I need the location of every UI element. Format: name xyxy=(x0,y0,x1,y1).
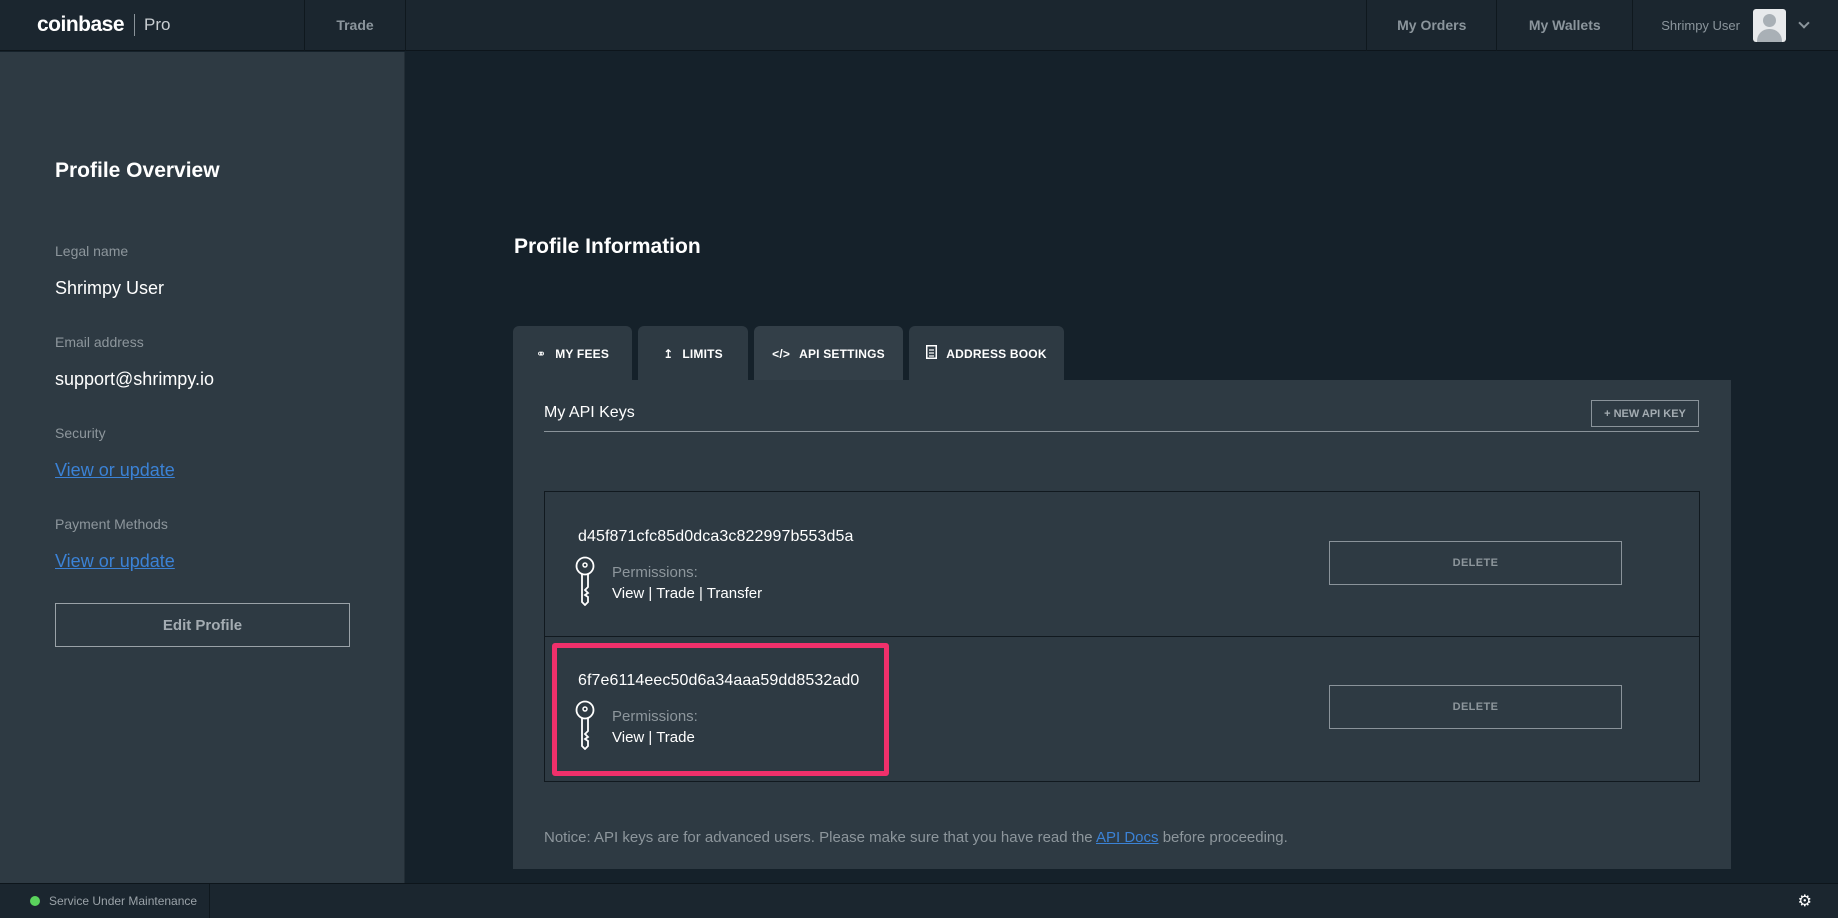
status-footer: Service Under Maintenance ⚙ xyxy=(0,883,1838,918)
notice-text-end: before proceeding. xyxy=(1162,829,1288,846)
permissions-value: View | Trade xyxy=(612,729,695,746)
user-name: Shrimpy User xyxy=(1661,17,1740,33)
tab-label: LIMITS xyxy=(682,346,723,361)
page-title: Profile Information xyxy=(514,235,701,258)
profile-sidebar: Profile Overview Legal name Shrimpy User… xyxy=(0,52,405,883)
delete-key-button[interactable]: DELETE xyxy=(1329,541,1622,585)
new-api-key-button[interactable]: + NEW API KEY xyxy=(1591,400,1699,427)
legal-name-value: Shrimpy User xyxy=(55,278,165,298)
api-key-row: 6f7e6114eec50d6a34aaa59dd8532ad0 Permiss… xyxy=(545,637,1699,782)
security-update-link[interactable]: View or update xyxy=(55,460,175,481)
payment-methods-label: Payment Methods xyxy=(55,516,168,532)
permissions-label: Permissions: xyxy=(612,564,698,581)
api-notice: Notice: API keys are for advanced users.… xyxy=(544,829,1288,846)
brand-logo[interactable]: coinbase Pro xyxy=(0,0,305,51)
chevron-down-icon xyxy=(1798,17,1810,29)
profile-tabs: ⚭ MY FEES ↥ LIMITS </> API SETTINGS ADDR… xyxy=(513,326,1070,381)
api-docs-link[interactable]: API Docs xyxy=(1096,829,1159,846)
brand-sub: Pro xyxy=(144,15,171,34)
status-dot-icon xyxy=(30,896,40,906)
top-navigation-bar: coinbase Pro Trade My Orders My Wallets … xyxy=(0,0,1838,51)
nav-trade-link[interactable]: Trade xyxy=(305,0,406,51)
key-icon xyxy=(575,700,595,750)
tab-label: MY FEES xyxy=(555,346,610,361)
brand-name: coinbase xyxy=(37,13,125,36)
panel-title: My API Keys xyxy=(544,404,635,421)
email-label: Email address xyxy=(55,334,144,350)
nav-my-orders-link[interactable]: My Orders xyxy=(1366,0,1496,51)
api-keys-list: d45f871cfc85d0dca3c822997b553d5a Permiss… xyxy=(544,491,1700,782)
panel-header: My API Keys + NEW API KEY xyxy=(544,397,1699,432)
status-text: Service Under Maintenance xyxy=(49,894,198,908)
tab-label: ADDRESS BOOK xyxy=(946,346,1047,361)
notice-text: Notice: API keys are for advanced users.… xyxy=(544,829,1093,846)
brand-divider xyxy=(134,14,136,36)
delete-key-button[interactable]: DELETE xyxy=(1329,685,1622,729)
nav-my-wallets-link[interactable]: My Wallets xyxy=(1496,0,1632,51)
service-status: Service Under Maintenance xyxy=(0,883,210,918)
legal-name-label: Legal name xyxy=(55,243,129,259)
api-key-id: d45f871cfc85d0dca3c822997b553d5a xyxy=(578,528,854,545)
key-icon xyxy=(575,556,595,606)
api-key-id: 6f7e6114eec50d6a34aaa59dd8532ad0 xyxy=(578,672,860,689)
security-label: Security xyxy=(55,425,106,441)
user-menu[interactable]: Shrimpy User xyxy=(1632,0,1838,51)
fees-icon: ⚭ xyxy=(535,346,547,361)
api-settings-panel: My API Keys + NEW API KEY d45f871cfc85d0… xyxy=(513,380,1731,869)
upload-icon: ↥ xyxy=(663,346,674,361)
payment-methods-update-link[interactable]: View or update xyxy=(55,551,175,572)
tab-api-settings[interactable]: </> API SETTINGS xyxy=(754,326,903,381)
api-key-row: d45f871cfc85d0dca3c822997b553d5a Permiss… xyxy=(545,492,1699,637)
tab-label: API SETTINGS xyxy=(799,346,885,361)
document-icon xyxy=(926,345,938,362)
code-icon: </> xyxy=(772,346,791,361)
gear-icon[interactable]: ⚙ xyxy=(1798,891,1812,911)
permissions-label: Permissions: xyxy=(612,708,698,725)
tab-limits[interactable]: ↥ LIMITS xyxy=(638,326,748,381)
top-right-nav: My Orders My Wallets Shrimpy User xyxy=(1366,0,1838,51)
permissions-value: View | Trade | Transfer xyxy=(612,585,763,602)
avatar xyxy=(1753,8,1786,42)
edit-profile-button[interactable]: Edit Profile xyxy=(55,603,350,647)
email-value: support@shrimpy.io xyxy=(55,369,214,389)
tab-address-book[interactable]: ADDRESS BOOK xyxy=(909,326,1064,381)
sidebar-title: Profile Overview xyxy=(55,159,220,182)
tab-my-fees[interactable]: ⚭ MY FEES xyxy=(513,326,632,381)
